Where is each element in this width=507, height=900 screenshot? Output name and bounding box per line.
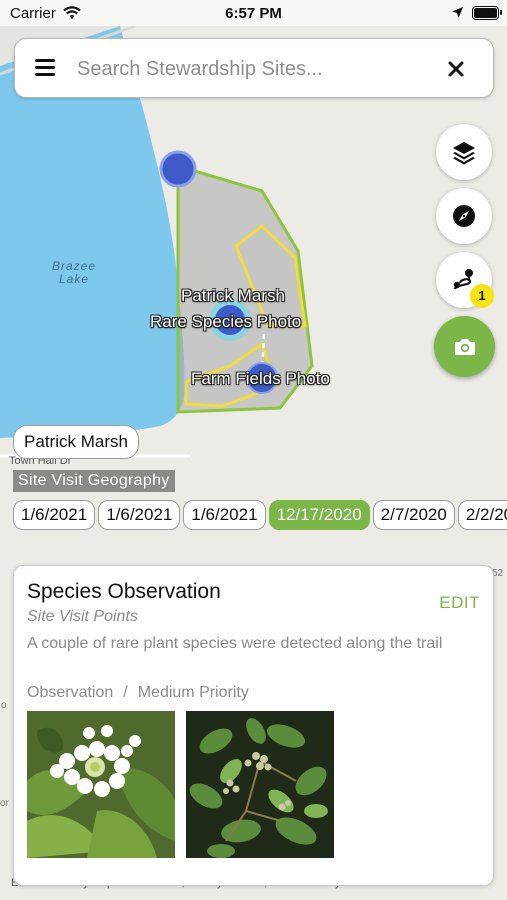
date-chip[interactable]: 1/6/2021 [98, 500, 181, 530]
farm-fields-label[interactable]: Farm Fields Photo [191, 369, 330, 389]
site-marker [159, 150, 197, 188]
date-chip[interactable]: 2/7/2020 [372, 500, 455, 530]
card-meta: Observation / Medium Priority [27, 684, 249, 702]
battery-icon [472, 6, 502, 20]
observation-card[interactable]: Species Observation EDIT Site Visit Poin… [13, 565, 494, 886]
layers-icon [453, 142, 475, 165]
date-chip-selected[interactable]: 12/17/2020 [268, 500, 370, 530]
category-label: Observation [27, 684, 114, 701]
edit-button[interactable]: EDIT [439, 593, 480, 613]
card-description: A couple of rare plant species were dete… [27, 635, 443, 652]
map-edge-label: o [1, 700, 7, 711]
card-subtitle: Site Visit Points [27, 608, 138, 625]
site-visit-geography-label: Site Visit Geography [13, 470, 175, 492]
map-edge-label: or [0, 798, 9, 809]
visit-date-selector: 1/6/2021 1/6/2021 1/6/2021 12/17/2020 2/7/20… [13, 500, 507, 532]
layers-button[interactable] [436, 124, 492, 180]
observation-photo-1[interactable] [27, 711, 175, 858]
clock: 6:57 PM [225, 5, 282, 22]
location-arrow-icon [452, 7, 463, 18]
date-chip[interactable]: 2/2/20 [457, 500, 507, 530]
meta-separator: / [123, 684, 128, 701]
compass-button[interactable] [436, 188, 492, 244]
map-site-label: Patrick Marsh [181, 286, 285, 305]
compass-icon [453, 205, 475, 227]
search-bar [14, 38, 494, 98]
status-bar: Carrier 6:57 PM [0, 0, 507, 26]
rare-species-label[interactable]: Rare Species Photo [150, 312, 301, 332]
close-icon[interactable] [441, 54, 471, 84]
camera-icon [454, 338, 475, 355]
search-input[interactable] [77, 53, 437, 85]
camera-button[interactable] [434, 316, 495, 377]
lake-label: Brazee Lake [51, 259, 97, 286]
route-count-badge: 1 [470, 284, 494, 308]
card-title: Species Observation [27, 580, 221, 603]
date-chip[interactable]: 1/6/2021 [13, 500, 96, 530]
priority-label: Medium Priority [137, 684, 249, 701]
date-chip[interactable]: 1/6/2021 [183, 500, 266, 530]
site-name-chip[interactable]: Patrick Marsh [13, 425, 139, 459]
menu-icon[interactable] [35, 59, 55, 77]
observation-photo-2[interactable] [186, 711, 334, 858]
